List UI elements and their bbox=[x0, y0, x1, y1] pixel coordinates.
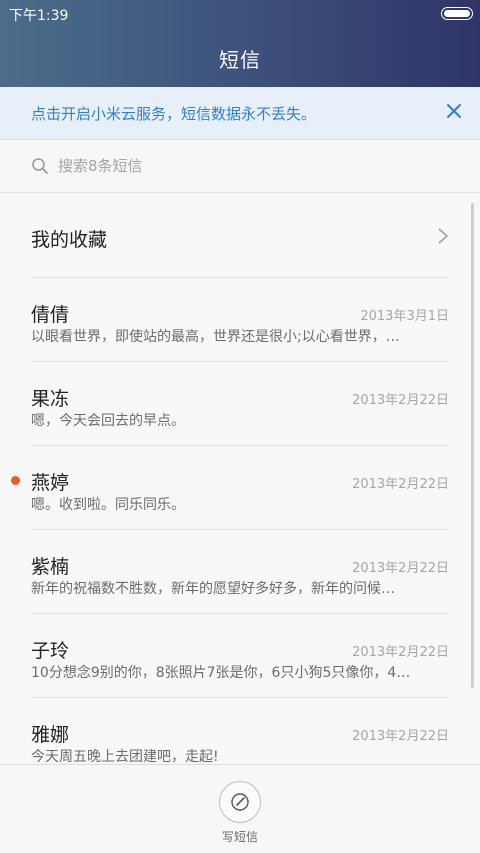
contact-name: 雅娜 bbox=[31, 724, 70, 746]
message-snippet: 嗯。收到啦。同乐同乐。 bbox=[31, 497, 185, 513]
list-item[interactable]: 雅娜 2013年2月22日 今天周五晚上去团建吧，走起! bbox=[0, 698, 480, 764]
battery-icon bbox=[441, 7, 473, 20]
message-snippet: 今天周五晚上去团建吧，走起! bbox=[31, 749, 219, 764]
conversation-list[interactable]: 我的收藏 倩倩 2013年3月1日 以眼看世界，即使站的最高，世界还是很小;以心… bbox=[0, 193, 480, 764]
message-date: 2013年2月22日 bbox=[352, 729, 449, 744]
message-snippet: 10分想念9别的你，8张照片7张是你，6只小狗5只像你，4… bbox=[31, 665, 411, 681]
cloud-service-banner[interactable]: 点击开启小米云服务，短信数据永不丢失。 bbox=[0, 87, 480, 140]
contact-name: 倩倩 bbox=[31, 304, 70, 326]
message-snippet: 新年的祝福数不胜数，新年的愿望好多好多，新年的问候… bbox=[31, 581, 395, 597]
scrollbar[interactable] bbox=[471, 203, 474, 688]
compose-icon bbox=[231, 793, 249, 811]
favorites-row[interactable]: 我的收藏 bbox=[0, 193, 480, 278]
search-bar[interactable] bbox=[0, 140, 480, 193]
unread-dot-icon bbox=[11, 476, 20, 485]
search-icon bbox=[31, 157, 49, 175]
search-input[interactable] bbox=[58, 155, 438, 177]
compose-button[interactable] bbox=[219, 781, 261, 823]
banner-text[interactable]: 点击开启小米云服务，短信数据永不丢失。 bbox=[31, 103, 316, 124]
message-date: 2013年2月22日 bbox=[352, 561, 449, 576]
message-snippet: 嗯，今天会回去的早点。 bbox=[31, 413, 185, 429]
contact-name: 果冻 bbox=[31, 388, 70, 410]
app-header: 下午1:39 短信 bbox=[0, 0, 480, 87]
contact-name: 子玲 bbox=[31, 640, 70, 662]
list-item[interactable]: 燕婷 2013年2月22日 嗯。收到啦。同乐同乐。 bbox=[0, 446, 480, 530]
sms-screen: 下午1:39 短信 点击开启小米云服务，短信数据永不丢失。 我的收藏 倩倩 20 bbox=[0, 0, 480, 853]
compose-label[interactable]: 写短信 bbox=[0, 828, 480, 845]
close-icon[interactable] bbox=[442, 99, 466, 123]
message-date: 2013年3月1日 bbox=[360, 309, 449, 324]
list-item[interactable]: 紫楠 2013年2月22日 新年的祝福数不胜数，新年的愿望好多好多，新年的问候… bbox=[0, 530, 480, 614]
status-time: 下午1:39 bbox=[9, 8, 69, 24]
contact-name: 燕婷 bbox=[31, 472, 70, 494]
contact-name: 紫楠 bbox=[31, 556, 70, 578]
message-date: 2013年2月22日 bbox=[352, 477, 449, 492]
page-title: 短信 bbox=[219, 48, 261, 72]
list-item[interactable]: 果冻 2013年2月22日 嗯，今天会回去的早点。 bbox=[0, 362, 480, 446]
favorites-label: 我的收藏 bbox=[31, 229, 108, 251]
list-item[interactable]: 子玲 2013年2月22日 10分想念9别的你，8张照片7张是你，6只小狗5只像… bbox=[0, 614, 480, 698]
message-date: 2013年2月22日 bbox=[352, 393, 449, 408]
list-item[interactable]: 倩倩 2013年3月1日 以眼看世界，即使站的最高，世界还是很小;以心看世界，… bbox=[0, 278, 480, 362]
message-date: 2013年2月22日 bbox=[352, 645, 449, 660]
chevron-right-icon bbox=[436, 227, 450, 245]
message-snippet: 以眼看世界，即使站的最高，世界还是很小;以心看世界，… bbox=[31, 329, 400, 345]
bottom-toolbar: 写短信 bbox=[0, 764, 480, 853]
